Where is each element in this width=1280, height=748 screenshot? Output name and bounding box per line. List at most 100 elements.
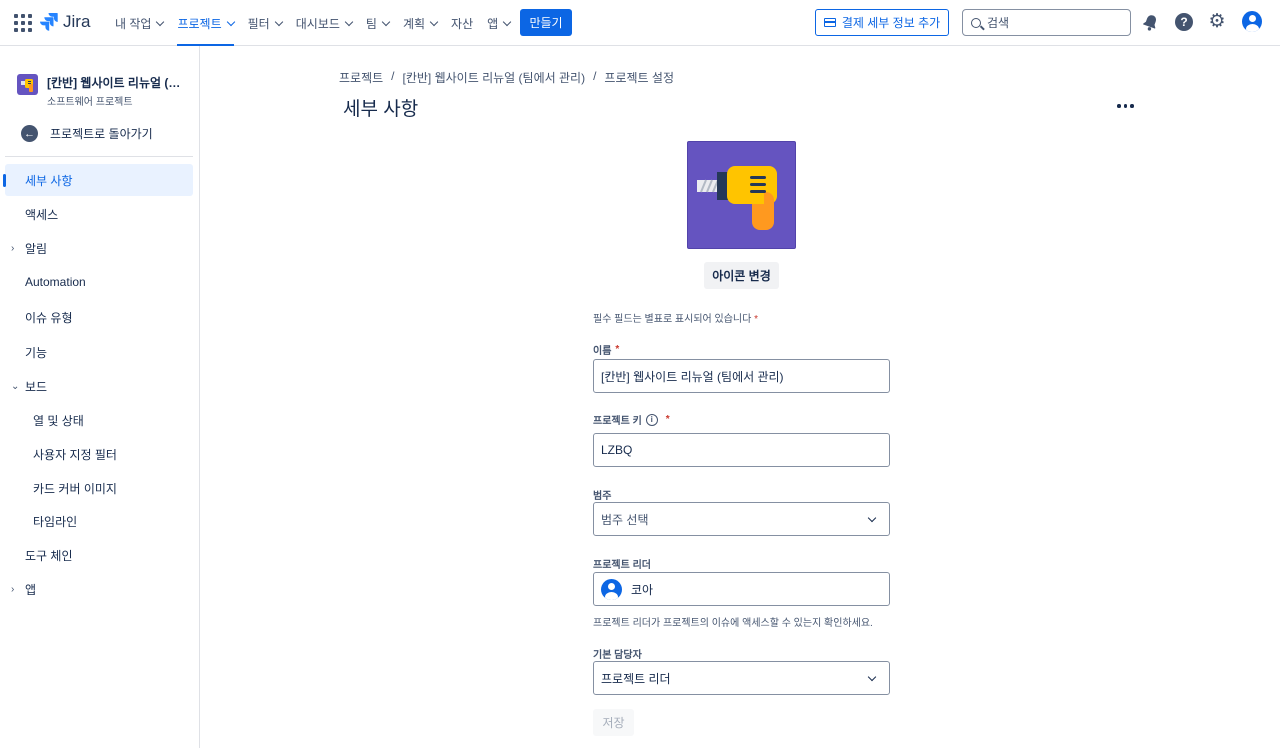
nav-label: 팀 xyxy=(365,16,377,31)
change-icon-button[interactable]: 아이콘 변경 xyxy=(704,262,779,289)
info-icon[interactable]: i xyxy=(645,413,658,426)
required-star: * xyxy=(615,344,620,355)
breadcrumb-projects[interactable]: 프로젝트 xyxy=(339,69,383,86)
add-billing-button[interactable]: 결제 세부 정보 추가 xyxy=(815,9,949,36)
back-to-project-link[interactable]: ← 프로젝트로 돌아가기 xyxy=(21,125,153,142)
sidebar-item-label: 사용자 지정 필터 xyxy=(33,447,117,462)
required-note: 필수 필드는 별표로 표시되어 있습니다 * xyxy=(593,310,758,325)
billing-label: 결제 세부 정보 추가 xyxy=(841,16,941,30)
nav-filters[interactable]: 필터 xyxy=(241,0,289,46)
required-star: * xyxy=(754,314,759,325)
jira-logo-icon xyxy=(40,13,58,31)
avatar xyxy=(601,578,622,600)
sidebar-item-notifications[interactable]: › 알림 xyxy=(5,232,193,264)
gear-icon: ⚙ xyxy=(1208,11,1226,32)
nav-label: 내 작업 xyxy=(115,16,152,31)
nav-dashboards[interactable]: 대시보드 xyxy=(289,0,359,46)
save-button[interactable]: 저장 xyxy=(593,709,634,736)
breadcrumb-project[interactable]: [칸반] 웹사이트 리뉴얼 (팀에서 관리) xyxy=(403,69,586,86)
name-label: 이름 * xyxy=(593,342,619,357)
logo-text: Jira xyxy=(63,12,91,31)
drill-icon xyxy=(697,166,777,230)
help-icon-glyph: ? xyxy=(1175,13,1193,31)
nav-label: 필터 xyxy=(247,16,270,31)
sidebar-item-features[interactable]: 기능 xyxy=(5,336,193,368)
breadcrumb: 프로젝트 / [칸반] 웹사이트 리뉴얼 (팀에서 관리) / 프로젝트 설정 xyxy=(339,69,674,86)
apps-grid-icon[interactable] xyxy=(14,14,32,32)
sidebar-divider xyxy=(5,156,193,157)
arrow-left-icon: ← xyxy=(21,125,38,142)
project-avatar-icon xyxy=(17,74,38,95)
settings-icon[interactable]: ⚙ xyxy=(1207,12,1227,32)
breadcrumb-separator: / xyxy=(593,69,597,83)
project-name: [칸반] 웹사이트 리뉴얼 (팀에서 관리) xyxy=(47,76,187,90)
chevron-down-icon xyxy=(156,17,165,26)
help-icon[interactable]: ? xyxy=(1174,12,1194,32)
profile-icon[interactable] xyxy=(1242,10,1262,32)
main-nav: 내 작업 프로젝트 필터 대시보드 팀 계획 자산 앱 xyxy=(108,0,517,46)
notification-bell-icon xyxy=(1142,14,1156,31)
sidebar-item-label: 카드 커버 이미지 xyxy=(33,481,117,496)
nav-projects[interactable]: 프로젝트 xyxy=(170,0,240,46)
category-select[interactable]: 범주 선택 xyxy=(593,502,890,536)
sidebar-item-label: 액세스 xyxy=(25,207,59,222)
default-assignee-select[interactable]: 프로젝트 리더 xyxy=(593,661,890,695)
breadcrumb-separator: / xyxy=(391,69,395,83)
search-box[interactable] xyxy=(962,9,1131,36)
sidebar: [칸반] 웹사이트 리뉴얼 (팀에서 관리) 소프트웨어 프로젝트 ← 프로젝트… xyxy=(0,46,200,748)
nav-teams[interactable]: 팀 xyxy=(359,0,396,46)
project-lead-helper: 프로젝트 리더가 프로젝트의 이슈에 액세스할 수 있는지 확인하세요. xyxy=(593,618,873,629)
sidebar-item-label: 타임라인 xyxy=(33,514,78,529)
project-key-field[interactable]: LZBQ xyxy=(593,433,890,467)
sidebar-item-label: 이슈 유형 xyxy=(25,310,73,325)
sidebar-item-access[interactable]: 액세스 xyxy=(5,198,193,230)
nav-label: 대시보드 xyxy=(295,16,340,31)
default-assignee-value: 프로젝트 리더 xyxy=(601,671,671,686)
nav-label: 자산 xyxy=(451,16,474,31)
sidebar-item-label: 기능 xyxy=(25,345,48,360)
project-lead-field[interactable]: 코아 xyxy=(593,572,890,606)
sidebar-item-issue-types[interactable]: 이슈 유형 xyxy=(5,301,193,333)
nav-apps[interactable]: 앱 xyxy=(480,0,517,46)
sidebar-item-label: 알림 xyxy=(25,241,48,256)
sidebar-item-apps[interactable]: › 앱 xyxy=(5,573,193,605)
sidebar-item-label: 보드 xyxy=(25,379,48,394)
required-star: * xyxy=(665,414,670,425)
more-actions-icon[interactable] xyxy=(1117,104,1134,108)
category-placeholder: 범주 선택 xyxy=(601,512,649,527)
nav-assets[interactable]: 자산 xyxy=(444,0,480,46)
sidebar-item-automation[interactable]: Automation xyxy=(5,266,193,298)
sidebar-item-label: Automation xyxy=(25,275,86,289)
project-type: 소프트웨어 프로젝트 xyxy=(47,97,133,108)
sidebar-item-label: 열 및 상태 xyxy=(33,413,84,428)
project-lead-label: 프로젝트 리더 xyxy=(593,560,651,571)
project-lead-value: 코아 xyxy=(631,582,654,597)
sidebar-item-board[interactable]: ⌄ 보드 xyxy=(5,370,193,402)
nav-plans[interactable]: 계획 xyxy=(396,0,444,46)
sidebar-item-columns-statuses[interactable]: 열 및 상태 xyxy=(5,404,193,436)
sidebar-item-custom-filters[interactable]: 사용자 지정 필터 xyxy=(5,438,193,470)
create-button[interactable]: 만들기 xyxy=(520,9,572,36)
search-input[interactable] xyxy=(987,15,1117,30)
sidebar-item-details[interactable]: 세부 사항 xyxy=(3,164,193,196)
notification-icon[interactable] xyxy=(1140,12,1160,32)
chevron-down-icon: ⌄ xyxy=(11,380,20,392)
default-assignee-label: 기본 담당자 xyxy=(593,650,642,661)
category-label: 범주 xyxy=(593,491,612,502)
sidebar-item-toolchain[interactable]: 도구 체인 xyxy=(5,539,193,571)
project-icon-drill xyxy=(687,141,796,249)
breadcrumb-settings[interactable]: 프로젝트 설정 xyxy=(604,69,674,86)
sidebar-item-card-cover-images[interactable]: 카드 커버 이미지 xyxy=(5,472,193,504)
project-key-label-text: 프로젝트 키 xyxy=(593,416,642,427)
jira-logo[interactable]: Jira xyxy=(40,12,90,32)
back-label: 프로젝트로 돌아가기 xyxy=(50,127,153,141)
sidebar-item-timeline[interactable]: 타임라인 xyxy=(5,505,193,537)
project-key-value: LZBQ xyxy=(601,443,633,457)
sidebar-item-label: 도구 체인 xyxy=(25,548,73,563)
avatar xyxy=(1242,10,1262,32)
sidebar-item-label: 세부 사항 xyxy=(25,173,73,188)
nav-my-work[interactable]: 내 작업 xyxy=(108,0,170,46)
name-field-value: [칸반] 웹사이트 리뉴얼 (팀에서 관리) xyxy=(601,369,784,384)
project-key-label: 프로젝트 키 i * xyxy=(593,412,670,427)
name-field[interactable]: [칸반] 웹사이트 리뉴얼 (팀에서 관리) xyxy=(593,359,890,393)
